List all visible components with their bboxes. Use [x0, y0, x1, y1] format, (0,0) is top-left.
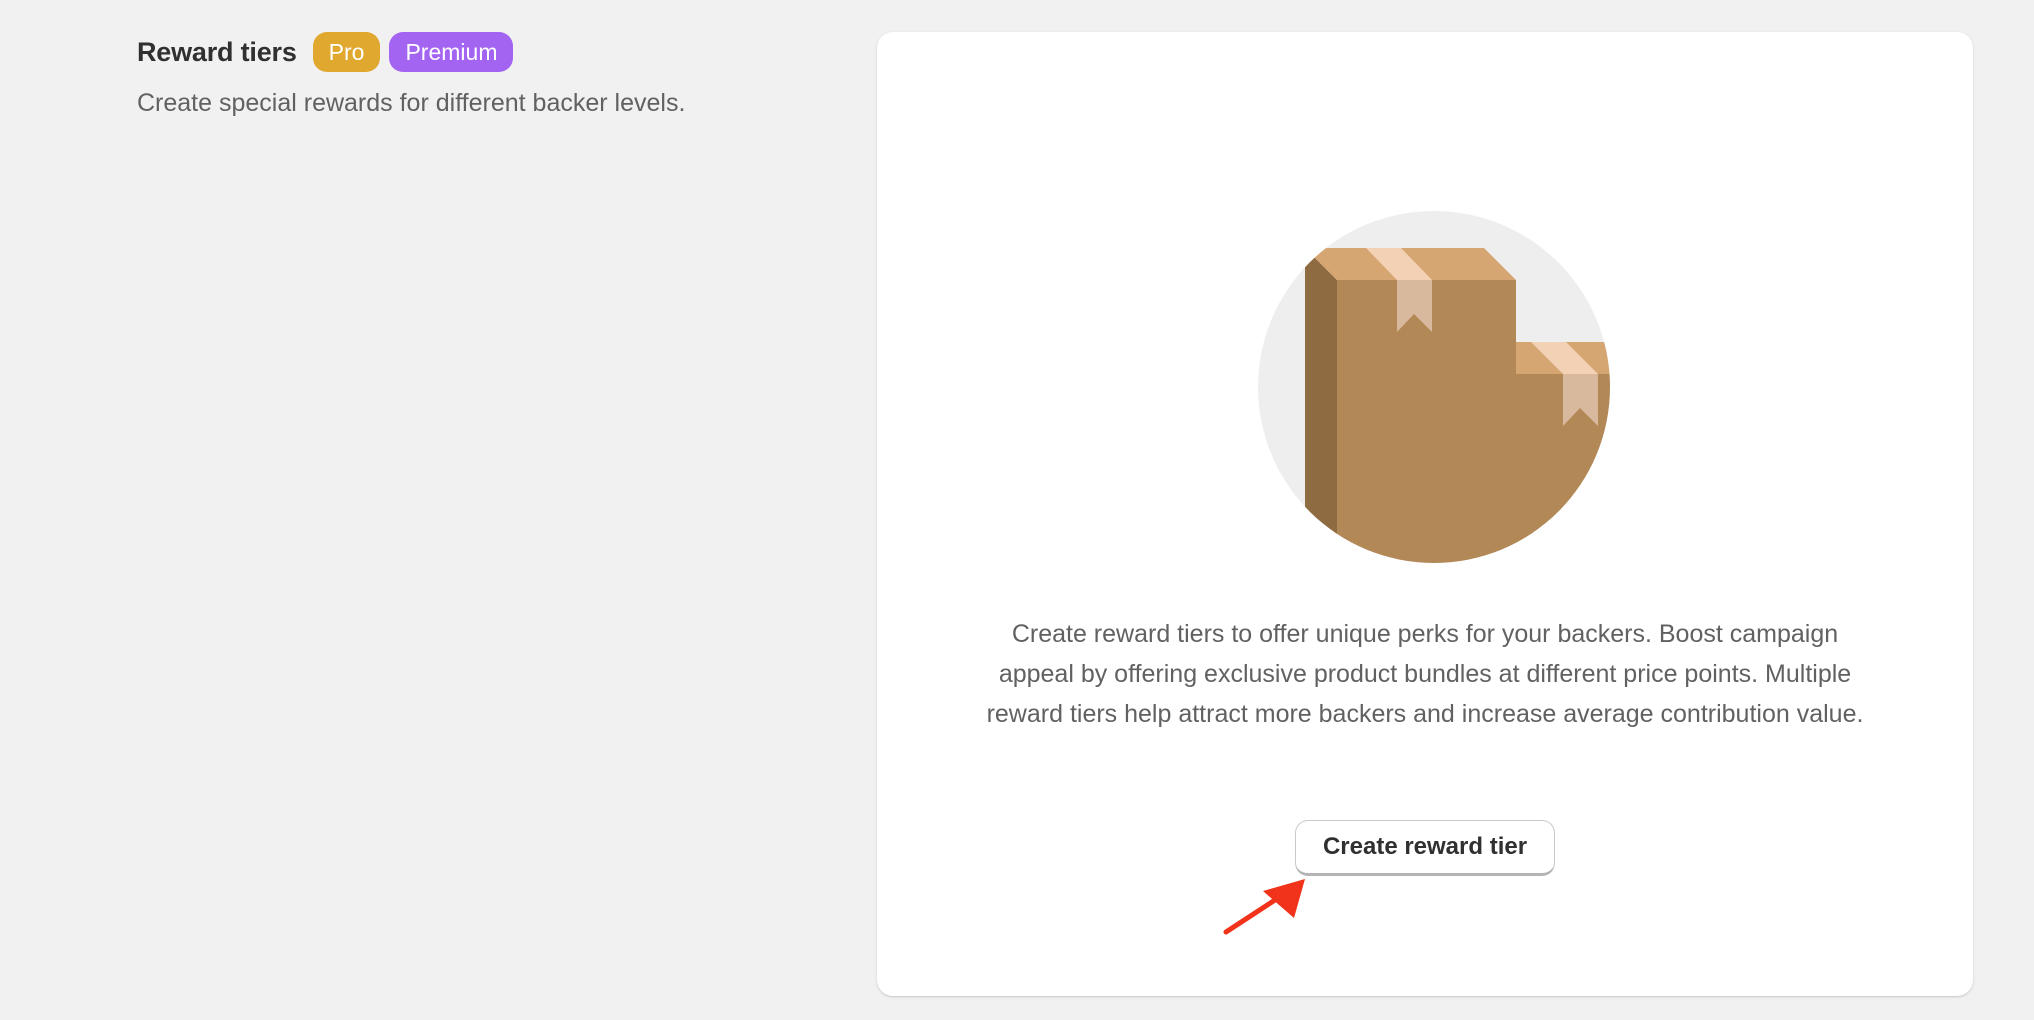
empty-state-description: Create reward tiers to offer unique perk…	[986, 620, 1864, 728]
empty-state-card: Create reward tiers to offer unique perk…	[877, 32, 1973, 996]
section-header: Reward tiers Pro Premium	[137, 32, 837, 72]
section-description: Create special rewards for different bac…	[137, 89, 686, 117]
red-arrow-icon	[1223, 879, 1305, 935]
section-title: Reward tiers	[137, 36, 297, 67]
package-boxes-icon	[1258, 211, 1610, 563]
premium-badge: Premium	[389, 32, 514, 72]
pro-badge: Pro	[312, 32, 381, 72]
create-reward-tier-button[interactable]: Create reward tier	[1295, 820, 1555, 876]
section-info: Reward tiers Pro Premium Create special …	[137, 32, 837, 118]
